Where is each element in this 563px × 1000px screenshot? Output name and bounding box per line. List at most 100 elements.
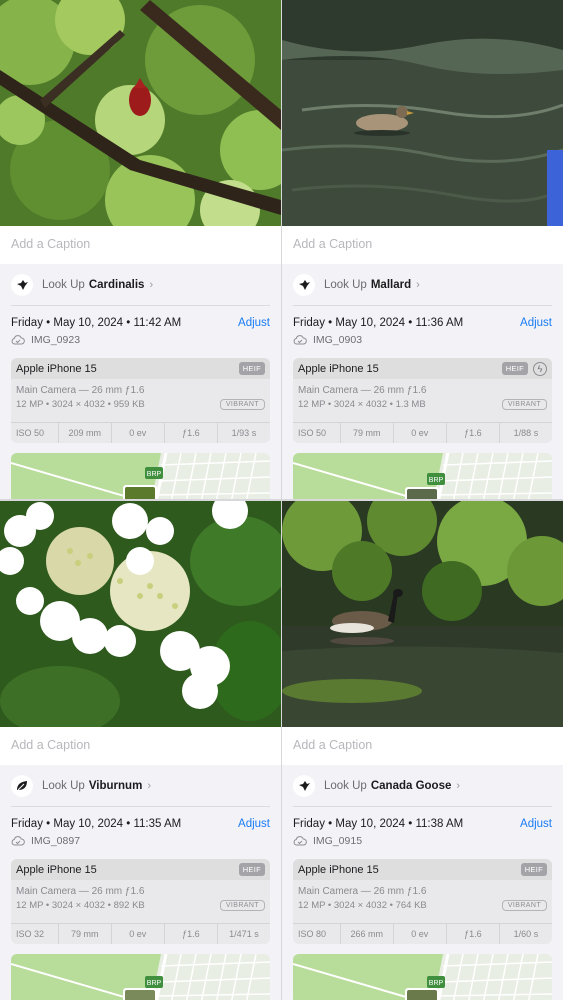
camera-model: Apple iPhone 15 (16, 863, 97, 876)
location-map[interactable]: BRP (11, 453, 270, 499)
adjust-button[interactable]: Adjust (520, 317, 552, 329)
exif-row: ISO 50 209 mm 0 ev ƒ1.6 1/93 s (11, 422, 270, 443)
cloud-icon (11, 335, 25, 345)
chevron-right-icon: › (149, 279, 154, 291)
exif-shutter-speed: 1/60 s (513, 928, 539, 939)
file-name-row: IMG_0903 (293, 334, 362, 346)
lookup-subject: Mallard (370, 279, 412, 291)
exif-aperture: ƒ1.6 (165, 422, 218, 443)
separator (11, 806, 270, 807)
photo-cardinal[interactable] (0, 0, 281, 226)
lens-info: Main Camera — 26 mm ƒ1.6 (16, 886, 145, 897)
exif-focal-length: 266 mm (341, 923, 394, 944)
photo-info-panel-cardinal: Add a Caption Look Up Cardinalis › Frida… (0, 0, 281, 499)
photographic-style-badge: VIBRANT (219, 900, 265, 911)
file-name: IMG_0897 (31, 835, 81, 847)
photographic-style-badge: VIBRANT (501, 900, 547, 911)
photo-mallard[interactable] (282, 0, 563, 226)
file-name: IMG_0923 (31, 334, 81, 346)
exif-row: ISO 32 79 mm 0 ev ƒ1.6 1/471 s (11, 923, 270, 944)
exif-shutter-speed: 1/93 s (231, 427, 257, 438)
photo-info-panel-canada-goose: Add a Caption Look Up Canada Goose › Fri… (282, 501, 563, 1000)
caption-input[interactable]: Add a Caption (282, 226, 563, 264)
lookup-label: Look Up (324, 780, 367, 792)
date-time: Friday • May 10, 2024 • 11:36 AM (293, 317, 464, 329)
camera-info-card: Apple iPhone 15 HEIF Main Camera — 26 mm… (11, 859, 270, 944)
cloud-icon (293, 335, 307, 345)
file-name-row: IMG_0897 (11, 835, 80, 847)
lens-info: Main Camera — 26 mm ƒ1.6 (16, 385, 145, 396)
camera-info-card: Apple iPhone 15 HEIF ϟ Main Camera — 26 … (293, 358, 552, 443)
exif-exposure-bias: 0 ev (394, 923, 447, 944)
exif-aperture: ƒ1.6 (447, 923, 500, 944)
map-label: BRP (429, 477, 444, 484)
caption-input[interactable]: Add a Caption (282, 727, 563, 765)
location-map[interactable]: BRP (11, 954, 270, 1000)
cloud-icon (11, 836, 25, 846)
lookup-row[interactable]: Look Up Viburnum › (0, 765, 281, 807)
camera-model: Apple iPhone 15 (16, 362, 97, 375)
lookup-row[interactable]: Look Up Cardinalis › (0, 264, 281, 306)
date-time: Friday • May 10, 2024 • 11:38 AM (293, 818, 464, 830)
format-badge: HEIF (238, 863, 265, 876)
map-label: BRP (147, 471, 162, 478)
lookup-row[interactable]: Look Up Canada Goose › (282, 765, 563, 807)
map-label: BRP (429, 980, 444, 987)
exif-aperture: ƒ1.6 (447, 422, 500, 443)
camera-model: Apple iPhone 15 (298, 362, 379, 375)
exif-exposure-bias: 0 ev (112, 923, 165, 944)
separator (293, 806, 552, 807)
flash-off-icon: ϟ (533, 361, 547, 376)
file-name: IMG_0903 (313, 334, 363, 346)
date-time: Friday • May 10, 2024 • 11:42 AM (11, 317, 182, 329)
chevron-right-icon: › (147, 780, 151, 792)
format-badge: HEIF (520, 863, 547, 876)
exif-shutter-speed: 1/88 s (513, 427, 539, 438)
file-name-row: IMG_0915 (293, 835, 362, 847)
caption-input[interactable]: Add a Caption (0, 226, 281, 264)
photo-viburnum[interactable] (0, 501, 281, 727)
lookup-label: Look Up (42, 279, 85, 291)
lens-info: Main Camera — 26 mm ƒ1.6 (298, 385, 427, 396)
format-badge: HEIF (238, 362, 265, 375)
photographic-style-badge: VIBRANT (219, 399, 265, 410)
lookup-label: Look Up (42, 780, 85, 792)
location-map[interactable]: BRP (293, 954, 552, 1000)
exif-shutter-speed: 1/471 s (229, 928, 259, 939)
lens-info: Main Camera — 26 mm ƒ1.6 (298, 886, 427, 897)
exif-row: ISO 80 266 mm 0 ev ƒ1.6 1/60 s (293, 923, 552, 944)
camera-model: Apple iPhone 15 (298, 863, 379, 876)
image-specs: 12 MP • 3024 × 4032 • 1.3 MB (298, 399, 426, 410)
photo-canada-goose[interactable] (282, 501, 563, 727)
adjust-button[interactable]: Adjust (238, 818, 270, 830)
exif-exposure-bias: 0 ev (112, 422, 165, 443)
cloud-icon (293, 836, 307, 846)
lookup-subject: Viburnum (88, 780, 143, 792)
map-label: BRP (147, 980, 162, 987)
bird-icon (293, 274, 315, 296)
exif-iso: ISO 50 (11, 422, 59, 443)
lookup-subject: Cardinalis (88, 279, 145, 291)
camera-info-card: Apple iPhone 15 HEIF Main Camera — 26 mm… (11, 358, 270, 443)
chevron-right-icon: › (416, 279, 420, 291)
adjust-button[interactable]: Adjust (238, 317, 270, 329)
camera-info-card: Apple iPhone 15 HEIF Main Camera — 26 mm… (293, 859, 552, 944)
lookup-label: Look Up (324, 279, 367, 291)
exif-focal-length: 79 mm (341, 422, 394, 443)
exif-focal-length: 79 mm (59, 923, 112, 944)
exif-aperture: ƒ1.6 (165, 923, 218, 944)
lookup-row[interactable]: Look Up Mallard › (282, 264, 563, 306)
photo-info-panel-mallard: Add a Caption Look Up Mallard › Friday •… (282, 0, 563, 499)
lookup-subject: Canada Goose (370, 780, 452, 792)
image-specs: 12 MP • 3024 × 4032 • 764 KB (298, 900, 427, 911)
exif-exposure-bias: 0 ev (394, 422, 447, 443)
photo-info-panel-viburnum: Add a Caption Look Up Viburnum › Friday … (0, 501, 281, 1000)
exif-row: ISO 50 79 mm 0 ev ƒ1.6 1/88 s (293, 422, 552, 443)
location-map[interactable]: BRP (293, 453, 552, 499)
adjust-button[interactable]: Adjust (520, 818, 552, 830)
exif-iso: ISO 50 (293, 422, 341, 443)
caption-input[interactable]: Add a Caption (0, 727, 281, 765)
format-badge: HEIF (501, 362, 528, 375)
image-specs: 12 MP • 3024 × 4032 • 959 KB (16, 399, 145, 410)
separator (293, 305, 552, 306)
